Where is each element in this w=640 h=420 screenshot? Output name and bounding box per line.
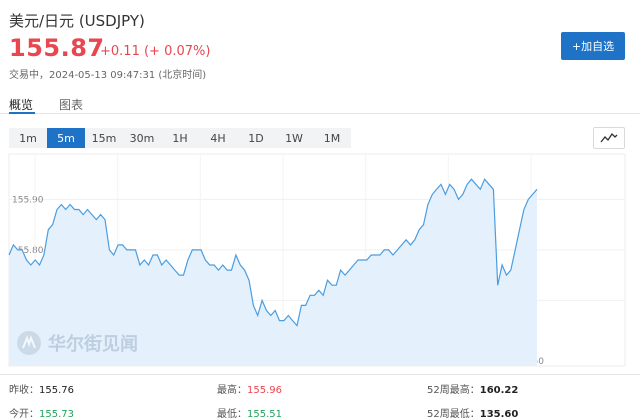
period-1d[interactable]: 1D — [237, 128, 275, 148]
watermark-text: 华尔街见闻 — [48, 334, 138, 355]
stat-open: 今开：155.73 — [9, 405, 74, 420]
stat-value: 155.51 — [247, 409, 282, 420]
line-chart-icon — [600, 132, 618, 143]
stat-label: 昨收： — [9, 385, 39, 396]
period-1mo[interactable]: 1M — [313, 128, 351, 148]
active-tab-indicator — [9, 112, 35, 114]
stat-value: 155.73 — [39, 409, 74, 420]
stat-label: 今开： — [9, 409, 39, 420]
price-change: +0.11 (+ 0.07%) — [100, 44, 211, 59]
stat-value: 135.60 — [479, 409, 519, 420]
stat-label: 最高： — [217, 385, 247, 396]
period-15m[interactable]: 15m — [85, 128, 123, 148]
y-tick-label: 155.90 — [12, 195, 44, 205]
add-watchlist-button[interactable]: +加自选 — [561, 32, 625, 60]
watermark-logo-icon — [17, 331, 41, 355]
stat-52w-low: 52周最低：135.60 — [427, 405, 518, 420]
tab-bar: 概览 图表 — [0, 86, 640, 114]
stat-value: 155.76 — [39, 385, 74, 396]
instrument-title: 美元/日元 (USDJPY) — [9, 12, 145, 30]
period-selector: 1m 5m 15m 30m 1H 4H 1D 1W 1M — [9, 128, 351, 148]
period-4h[interactable]: 4H — [199, 128, 237, 148]
period-1h[interactable]: 1H — [161, 128, 199, 148]
chart-type-button[interactable] — [593, 127, 625, 149]
period-1m[interactable]: 1m — [9, 128, 47, 148]
stat-52w-high: 52周最高：160.22 — [427, 381, 518, 396]
tab-overview[interactable]: 概览 — [9, 96, 33, 113]
stat-value: 160.22 — [479, 385, 519, 396]
current-price: 155.87 — [9, 34, 105, 62]
watermark: 华尔街见闻 — [16, 330, 138, 356]
stat-low: 最低：155.51 — [217, 405, 282, 420]
stat-label: 52周最高： — [427, 385, 480, 396]
period-30m[interactable]: 30m — [123, 128, 161, 148]
period-5m[interactable]: 5m — [47, 128, 85, 148]
stat-label: 最低： — [217, 409, 247, 420]
trading-status: 交易中，2024-05-13 09:47:31 (北京时间) — [9, 70, 207, 81]
stats-panel: 昨收：155.76 今开：155.73 最高：155.96 最低：155.51 … — [0, 374, 640, 420]
period-1w[interactable]: 1W — [275, 128, 313, 148]
tab-chart[interactable]: 图表 — [59, 96, 83, 113]
stat-label: 52周最低： — [427, 409, 480, 420]
stat-prev-close: 昨收：155.76 — [9, 381, 74, 396]
stat-high: 最高：155.96 — [217, 381, 282, 396]
stat-value: 155.96 — [247, 385, 282, 396]
